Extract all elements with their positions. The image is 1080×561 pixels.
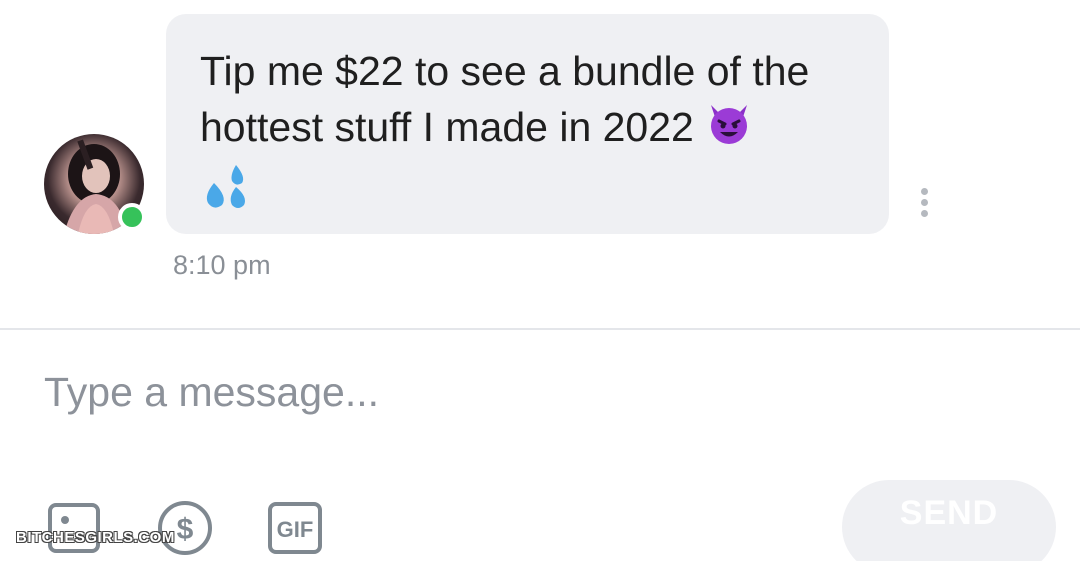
more-options-icon[interactable] bbox=[914, 188, 934, 224]
message-input[interactable] bbox=[44, 362, 944, 422]
sweat-droplets-icon bbox=[200, 161, 250, 225]
online-status-dot bbox=[118, 203, 146, 231]
message-text-line1: Tip me $22 to see a bundle of the bbox=[200, 48, 810, 94]
composer-divider bbox=[0, 328, 1080, 330]
dollar-icon[interactable]: $ bbox=[157, 501, 213, 555]
message-bubble[interactable]: Tip me $22 to see a bundle of the hottes… bbox=[166, 14, 889, 234]
smiling-devil-icon bbox=[705, 99, 753, 161]
svg-text:$: $ bbox=[177, 513, 194, 546]
message-text-line2: hottest stuff I made in 2022 bbox=[200, 103, 694, 150]
sender-avatar[interactable] bbox=[44, 134, 146, 234]
image-icon[interactable] bbox=[48, 502, 100, 554]
svg-text:GIF: GIF bbox=[277, 517, 314, 542]
gif-icon[interactable]: GIF bbox=[268, 502, 322, 554]
send-button[interactable]: SEND bbox=[842, 480, 1056, 561]
site-watermark: BITCHESGIRLS.COM bbox=[16, 529, 175, 546]
message-timestamp: 8:10 pm bbox=[173, 250, 271, 280]
